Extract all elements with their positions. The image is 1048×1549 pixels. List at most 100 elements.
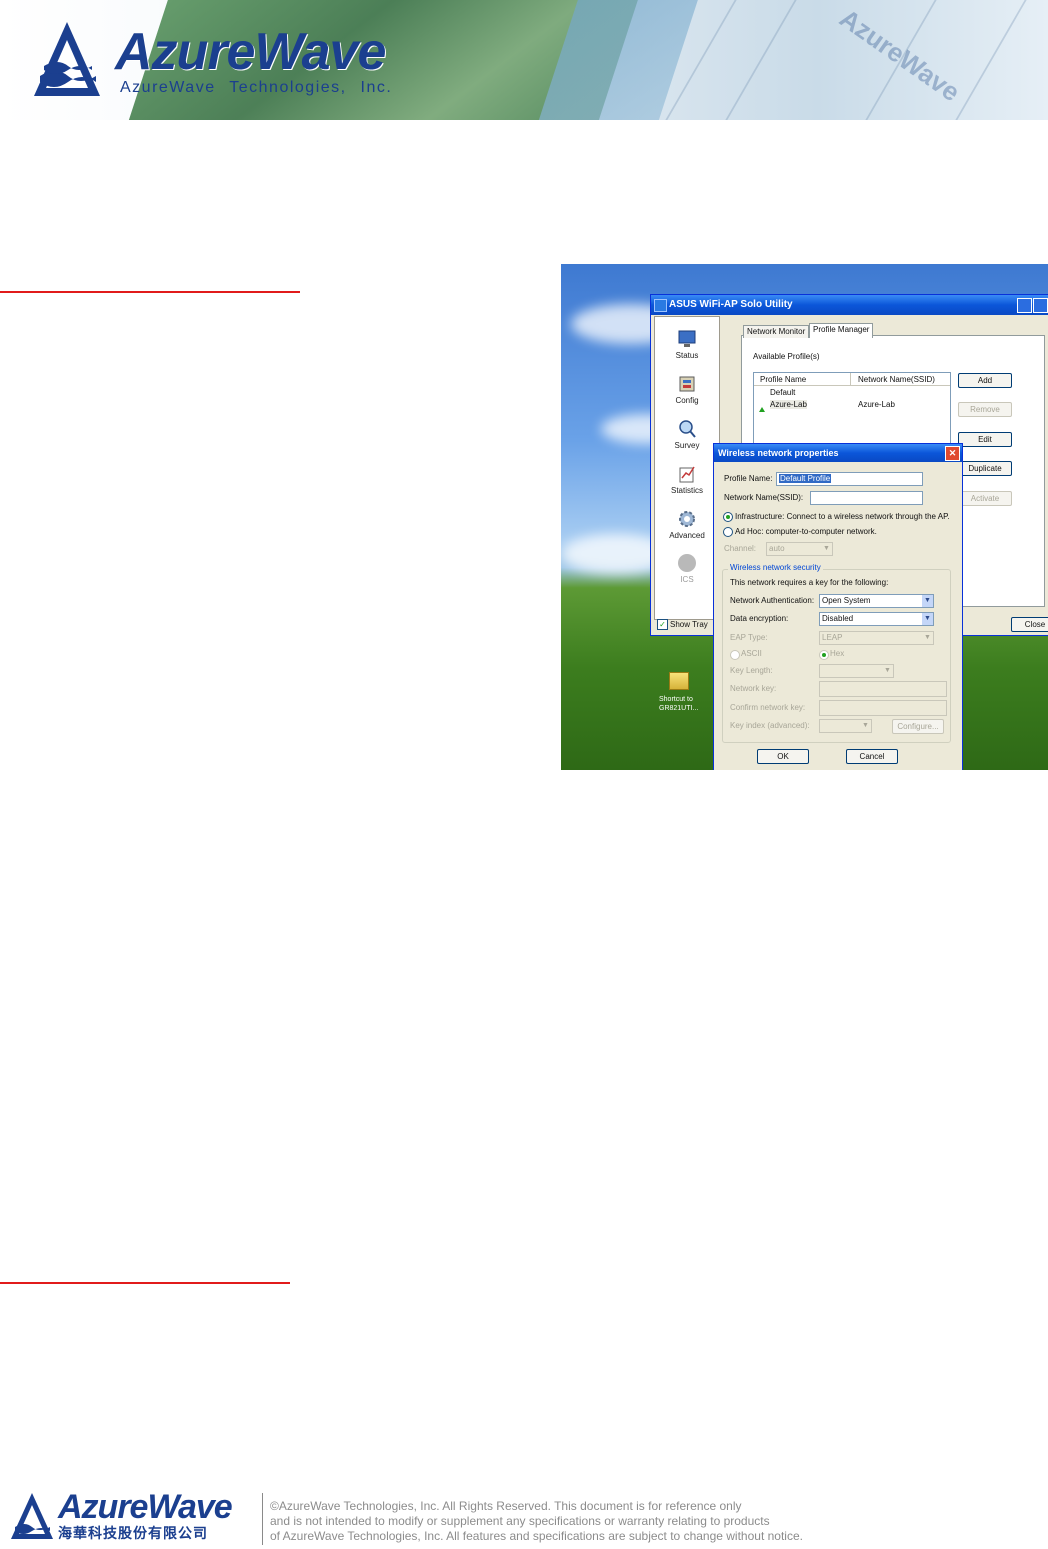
banner-line bbox=[725, 0, 797, 120]
activate-button[interactable]: Activate bbox=[958, 491, 1012, 506]
active-profile-icon bbox=[758, 400, 766, 412]
ascii-label: ASCII bbox=[741, 649, 762, 658]
network-key-field[interactable] bbox=[819, 681, 947, 697]
header-divider bbox=[754, 385, 950, 386]
duplicate-button[interactable]: Duplicate bbox=[958, 461, 1012, 476]
eap-label: EAP Type: bbox=[730, 633, 768, 642]
header-banner: AzureWave AzureWave Technologies, Inc. A… bbox=[0, 0, 1048, 120]
chevron-down-icon: ▼ bbox=[860, 720, 871, 732]
channel-value: auto bbox=[769, 544, 785, 553]
chevron-down-icon: ▼ bbox=[922, 632, 933, 644]
infrastructure-radio[interactable] bbox=[723, 512, 733, 522]
close-icon[interactable]: ✕ bbox=[945, 446, 960, 461]
adhoc-radio[interactable] bbox=[723, 527, 733, 537]
gear-icon bbox=[679, 511, 695, 527]
infrastructure-label: Infrastructure: Connect to a wireless ne… bbox=[735, 512, 950, 521]
confirm-key-field[interactable] bbox=[819, 700, 947, 716]
auth-label: Network Authentication: bbox=[730, 596, 815, 605]
key-length-select[interactable]: ▼ bbox=[819, 664, 894, 678]
sidebar-item-label: ICS bbox=[680, 575, 694, 584]
ics-icon bbox=[678, 554, 696, 572]
chevron-down-icon: ▼ bbox=[821, 543, 832, 555]
configure-button[interactable]: Configure... bbox=[892, 719, 944, 734]
table-row[interactable]: Azure-Lab bbox=[770, 400, 807, 409]
remove-button[interactable]: Remove bbox=[958, 402, 1012, 417]
profile-name-label: Profile Name: bbox=[724, 474, 773, 483]
network-key-label: Network key: bbox=[730, 684, 777, 693]
embedded-screenshot: ASUS WiFi-AP Solo Utility Status Config … bbox=[561, 264, 1048, 770]
desktop-icon-label: GR821UTI... bbox=[659, 705, 699, 712]
chevron-down-icon: ▼ bbox=[882, 665, 893, 677]
adhoc-label: Ad Hoc: computer-to-computer network. bbox=[735, 527, 877, 536]
encryption-select[interactable]: Disabled ▼ bbox=[819, 612, 934, 626]
wireless-properties-dialog: Wireless network properties ✕ Profile Na… bbox=[713, 443, 963, 770]
brand-wordmark: AzureWave bbox=[115, 23, 386, 81]
minimize-icon[interactable] bbox=[1017, 298, 1032, 313]
table-cell-ssid: Azure-Lab bbox=[858, 400, 895, 409]
sidebar-item-statistics[interactable]: Statistics bbox=[655, 464, 719, 495]
tab-profile-manager[interactable]: Profile Manager bbox=[809, 323, 874, 338]
statistics-icon bbox=[679, 466, 695, 483]
show-tray-checkbox[interactable]: ✓ bbox=[657, 619, 668, 630]
folder-icon[interactable] bbox=[669, 672, 689, 690]
monitor-icon bbox=[678, 330, 696, 347]
desktop-icon-label: Shortcut to bbox=[659, 696, 693, 703]
security-group-label: Wireless network security bbox=[728, 563, 823, 572]
requires-key-label: This network requires a key for the foll… bbox=[730, 578, 889, 587]
utility-title: ASUS WiFi-AP Solo Utility bbox=[669, 299, 793, 310]
sidebar-item-config[interactable]: Config bbox=[655, 374, 719, 405]
sidebar-item-label: Advanced bbox=[669, 531, 705, 540]
profile-name-value: Default Profile bbox=[779, 474, 832, 483]
tab-network-monitor[interactable]: Network Monitor bbox=[743, 325, 810, 338]
footer-line: and is not intended to modify or supplem… bbox=[270, 1514, 770, 1528]
magnifier-icon bbox=[679, 420, 696, 438]
chevron-down-icon: ▼ bbox=[922, 613, 933, 625]
sidebar-item-label: Status bbox=[675, 351, 699, 360]
channel-select[interactable]: auto ▼ bbox=[766, 542, 833, 556]
key-index-select[interactable]: ▼ bbox=[819, 719, 872, 733]
encryption-label: Data encryption: bbox=[730, 614, 789, 623]
eap-value: LEAP bbox=[822, 633, 843, 642]
table-row[interactable]: Default bbox=[770, 388, 795, 397]
banner-watermark: AzureWave bbox=[834, 2, 966, 108]
eap-select[interactable]: LEAP ▼ bbox=[819, 631, 934, 645]
dialog-title: Wireless network properties bbox=[718, 448, 839, 458]
footer-line: of AzureWave Technologies, Inc. All feat… bbox=[270, 1529, 803, 1543]
section-underline bbox=[0, 1282, 290, 1284]
profile-name-field[interactable]: Default Profile bbox=[776, 472, 923, 486]
ascii-radio[interactable] bbox=[730, 650, 740, 660]
sidebar-item-survey[interactable]: Survey bbox=[655, 419, 719, 450]
footer-logo-icon bbox=[11, 1493, 53, 1539]
encryption-value: Disabled bbox=[822, 614, 854, 623]
column-divider bbox=[850, 373, 851, 385]
hex-label: Hex bbox=[830, 649, 845, 658]
section-underline bbox=[0, 291, 300, 293]
footer-line: ©AzureWave Technologies, Inc. All Rights… bbox=[270, 1499, 742, 1513]
config-icon bbox=[679, 376, 695, 392]
confirm-key-label: Confirm network key: bbox=[730, 703, 806, 712]
channel-label: Channel: bbox=[724, 544, 757, 553]
sidebar-item-label: Config bbox=[675, 396, 699, 405]
close-button[interactable]: Close bbox=[1011, 617, 1048, 632]
utility-title-bar: ASUS WiFi-AP Solo Utility bbox=[651, 295, 1048, 315]
dialog-title-bar: Wireless network properties ✕ bbox=[714, 444, 962, 462]
sidebar-item-ics[interactable]: ICS bbox=[655, 553, 719, 584]
cancel-button[interactable]: Cancel bbox=[846, 749, 898, 764]
sidebar-item-advanced[interactable]: Advanced bbox=[655, 509, 719, 540]
sidebar: Status Config Survey Statistics Advanced… bbox=[654, 316, 720, 620]
footer-brand: AzureWave bbox=[58, 1488, 233, 1526]
auth-value: Open System bbox=[822, 596, 871, 605]
auth-select[interactable]: Open System ▼ bbox=[819, 594, 934, 608]
profile-list: Profile Name Network Name(SSID) Default … bbox=[753, 372, 951, 454]
footer-divider bbox=[262, 1493, 263, 1545]
column-header-profile-name: Profile Name bbox=[760, 375, 807, 384]
ssid-field[interactable] bbox=[810, 491, 923, 505]
ssid-label: Network Name(SSID): bbox=[724, 493, 804, 502]
hex-radio[interactable] bbox=[819, 650, 829, 660]
key-index-label: Key index (advanced): bbox=[730, 721, 810, 730]
sidebar-item-status[interactable]: Status bbox=[655, 329, 719, 360]
edit-button[interactable]: Edit bbox=[958, 432, 1012, 447]
add-button[interactable]: Add bbox=[958, 373, 1012, 388]
ok-button[interactable]: OK bbox=[757, 749, 809, 764]
maximize-icon[interactable] bbox=[1033, 298, 1048, 313]
